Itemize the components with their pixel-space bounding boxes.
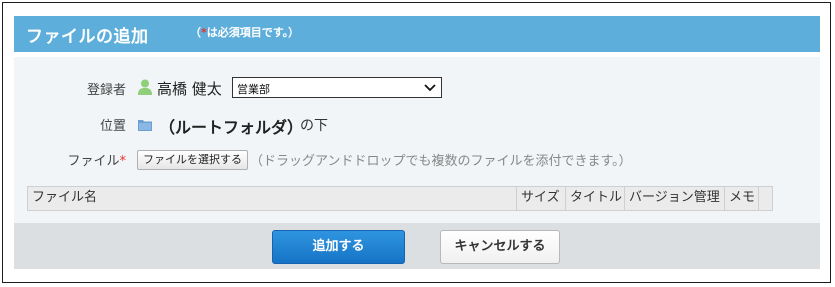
user-icon (138, 79, 152, 95)
column-title: タイトル (566, 187, 625, 210)
registrant-name: 高橋 健太 (157, 80, 222, 98)
required-note: （*は必須項目です。） (190, 26, 300, 39)
registrant-label: 登録者 (86, 83, 126, 98)
dialog-header: ファイルの追加 （*は必須項目です。） (14, 16, 820, 52)
folder-suffix: の下 (300, 118, 328, 134)
drag-drop-hint: （ドラッグアンドドロップでも複数のファイルを添付できます。） (250, 154, 632, 169)
group-select-value: 営業部 (237, 83, 270, 96)
folder-icon (138, 120, 152, 131)
add-button[interactable]: 追加する (272, 230, 405, 264)
cancel-button[interactable]: キャンセルする (440, 230, 560, 264)
column-version-control: バージョン管理 (625, 187, 725, 210)
page-title: ファイルの追加 (26, 27, 149, 47)
file-form: 登録者 高橋 健太 営業部 位置 （ルートフォルダ） の下 ファイル* ファイル… (14, 57, 820, 223)
folder-name: （ルートフォルダ） (159, 118, 304, 137)
location-label: 位置 (99, 119, 126, 134)
group-select[interactable]: 営業部 (232, 77, 442, 98)
dialog-footer: 追加する キャンセルする (14, 223, 820, 269)
column-size: サイズ (517, 187, 566, 210)
file-table-header: ファイル名 サイズ タイトル バージョン管理 メモ (27, 186, 773, 211)
chevron-down-icon (424, 84, 436, 92)
file-label: ファイル* (67, 154, 127, 169)
required-asterisk: * (119, 154, 127, 169)
column-file-name: ファイル名 (28, 187, 517, 210)
select-file-button[interactable]: ファイルを選択する (137, 150, 248, 170)
column-memo: メモ (725, 187, 759, 210)
